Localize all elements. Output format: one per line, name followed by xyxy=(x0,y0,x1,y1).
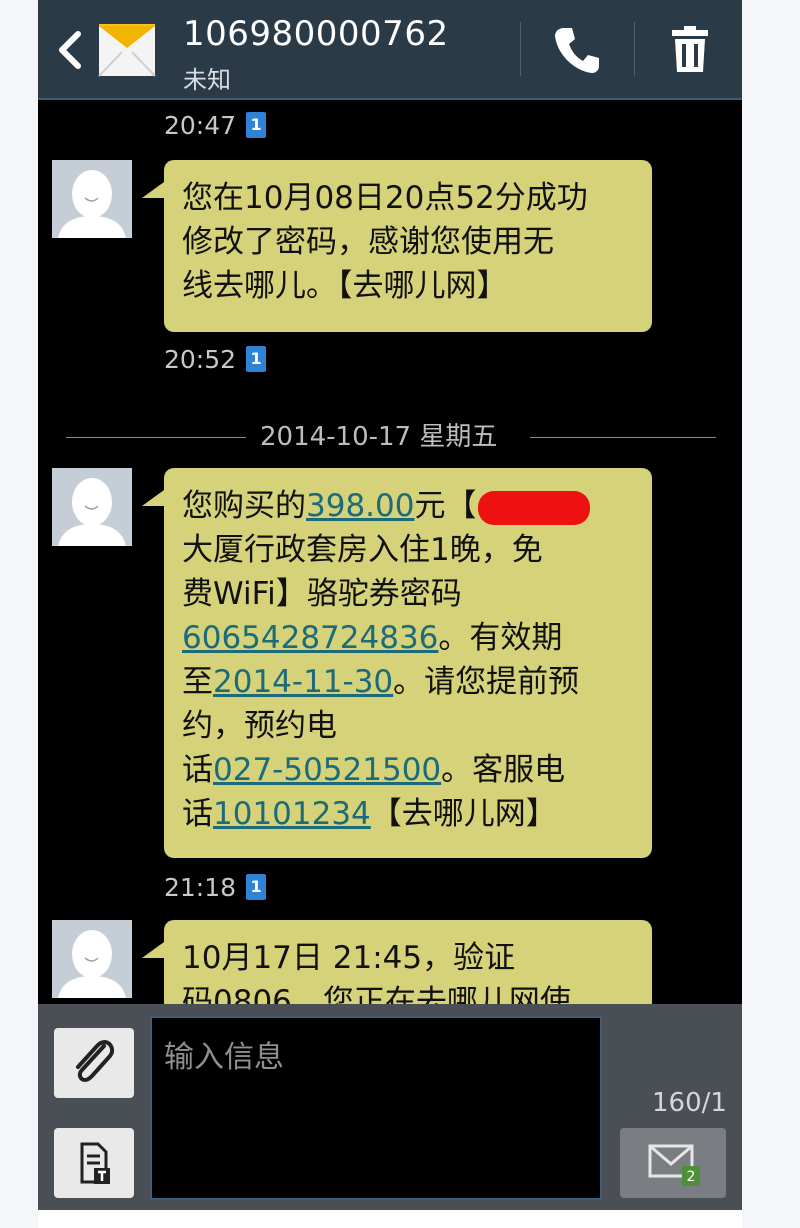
sim-number: 1 xyxy=(250,349,262,368)
message-list[interactable]: 20:47 1 您在10月08日20点52分成功 修改了密码，感谢您使用无 线去哪… xyxy=(38,100,742,1004)
message-time: 20:52 1 xyxy=(164,344,267,376)
text-segment: 至 xyxy=(182,664,213,700)
sim-slot-badge: 2 xyxy=(686,1169,696,1185)
contact-avatar[interactable] xyxy=(98,22,156,78)
call-button[interactable] xyxy=(546,20,606,80)
message-bubble[interactable]: 您在10月08日20点52分成功 修改了密码，感谢您使用无 线去哪儿。【去哪儿网… xyxy=(142,160,652,332)
text-segment: 。有效期 xyxy=(438,620,563,656)
default-contact-icon xyxy=(52,920,132,998)
contact-status: 未知 xyxy=(183,66,231,94)
sim-card-icon: 1 xyxy=(246,874,267,900)
text-segment: 话 xyxy=(182,796,213,832)
time-text: 20:47 xyxy=(164,111,237,140)
sender-avatar[interactable] xyxy=(52,160,132,238)
send-mail-icon xyxy=(648,1144,700,1186)
date-link[interactable]: 2014-11-30 xyxy=(213,664,393,700)
time-text: 20:52 xyxy=(164,345,237,374)
text-segment: 话 xyxy=(182,752,213,788)
character-counter: 160/1 xyxy=(652,1088,727,1118)
conversation-header: 106980000762 未知 xyxy=(38,0,742,100)
message-bubble[interactable]: 10月17日 21:45，验证 码0806，您正在去哪儿网使 xyxy=(142,920,652,1004)
paperclip-icon xyxy=(76,1039,115,1083)
header-divider xyxy=(520,22,521,76)
page-margin-left xyxy=(0,0,38,1228)
chevron-left-icon xyxy=(59,31,81,69)
date-separator: 2014-10-17 星期五 xyxy=(66,420,716,454)
text-segment: 元【 xyxy=(414,488,477,524)
back-button[interactable] xyxy=(52,26,88,74)
message-bubble[interactable]: 您购买的398.00元【 大厦行政套房入住1晚，免 费WiFi】骆驼券密码 60… xyxy=(142,468,652,858)
message-line: 线去哪儿。【去哪儿网】 xyxy=(182,268,508,304)
phone-icon xyxy=(555,28,599,73)
text-segment: 【去哪儿网】 xyxy=(370,796,557,832)
date-label: 2014-10-17 星期五 xyxy=(260,422,498,452)
sim-number: 1 xyxy=(250,877,262,896)
time-text: 21:18 xyxy=(164,873,237,902)
envelope-icon xyxy=(98,24,156,77)
redaction-mark xyxy=(478,490,591,525)
text-segment: 。请您提前预 xyxy=(393,664,580,700)
message-line: 码0806，您正在去哪儿网使 xyxy=(182,984,571,1004)
send-button[interactable]: 2 xyxy=(620,1128,726,1198)
sim-card-icon: 1 xyxy=(246,112,267,138)
message-line: 10月17日 21:45，验证 xyxy=(182,940,516,976)
message-line: 费WiFi】骆驼券密码 xyxy=(182,576,462,612)
separator-line xyxy=(530,437,716,438)
separator-line xyxy=(66,437,246,438)
sender-avatar[interactable] xyxy=(52,468,132,546)
message-line: 大厦行政套房入住1晚，免 xyxy=(182,532,543,568)
sim-number: 1 xyxy=(250,115,262,134)
phone-screen: 106980000762 未知 20:47 1 您在10月08日20点52分成功… xyxy=(38,0,742,1210)
text-segment: 您购买的 xyxy=(182,488,306,524)
text-template-icon xyxy=(80,1142,110,1184)
coupon-code-link[interactable]: 6065428724836 xyxy=(182,620,438,656)
message-line: 您购买的398.00元【 xyxy=(182,484,634,528)
message-input[interactable] xyxy=(150,1016,602,1200)
sender-number: 106980000762 xyxy=(183,14,449,54)
sender-avatar[interactable] xyxy=(52,920,132,998)
message-line: 话027-50521500。客服电 xyxy=(182,748,634,792)
default-contact-icon xyxy=(52,468,132,546)
attach-button[interactable] xyxy=(54,1028,134,1098)
price-link[interactable]: 398.00 xyxy=(306,488,414,524)
message-line: 话10101234【去哪儿网】 xyxy=(182,792,634,836)
default-contact-icon xyxy=(52,160,132,238)
message-time: 21:18 1 xyxy=(164,872,267,904)
message-line: 至2014-11-30。请您提前预 xyxy=(182,660,634,704)
message-line: 约，预约电 xyxy=(182,708,337,744)
booking-phone-link[interactable]: 027-50521500 xyxy=(213,752,441,788)
text-template-button[interactable] xyxy=(54,1128,134,1198)
text-segment: 。客服电 xyxy=(441,752,566,788)
header-divider xyxy=(634,22,635,76)
message-line: 6065428724836。有效期 xyxy=(182,616,634,660)
trash-icon xyxy=(672,26,708,72)
message-line: 您在10月08日20点52分成功 xyxy=(182,180,588,216)
delete-button[interactable] xyxy=(660,20,720,80)
service-phone-link[interactable]: 10101234 xyxy=(213,796,371,832)
page-margin-right xyxy=(742,0,800,1228)
message-composer: 160/1 2 xyxy=(38,1004,742,1210)
message-line: 修改了密码，感谢您使用无 xyxy=(182,224,554,260)
message-time: 20:47 1 xyxy=(164,110,267,142)
sim-card-icon: 1 xyxy=(246,346,267,372)
